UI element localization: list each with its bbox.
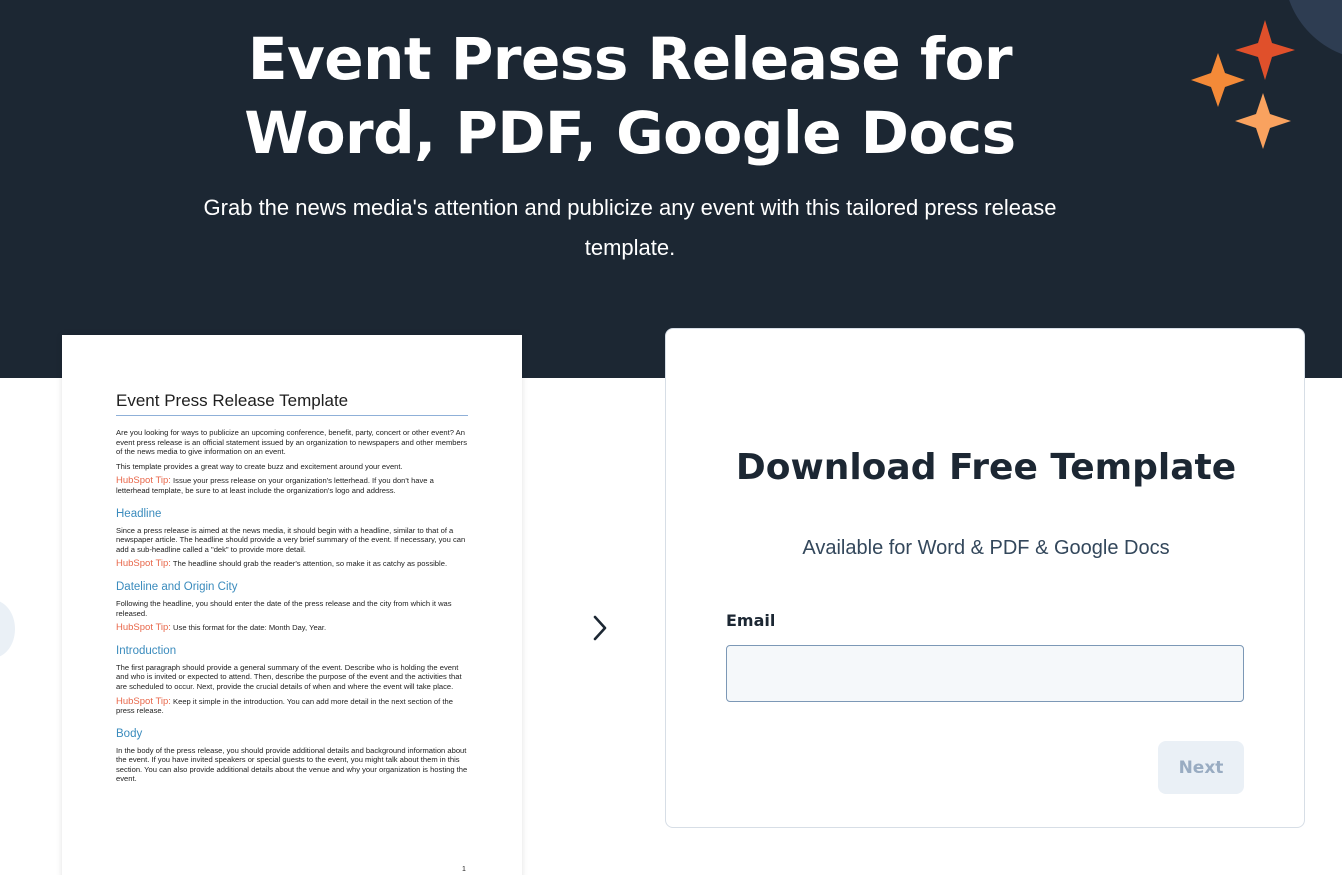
- page-subtitle: Grab the news media's attention and publ…: [203, 195, 1057, 260]
- preview-title: Event Press Release Template: [116, 391, 468, 416]
- preview-heading: Dateline and Origin City: [116, 580, 238, 593]
- hero-banner: Event Press Release for Word, PDF, Googl…: [0, 0, 1342, 378]
- tip-text: The headline should grab the reader's at…: [172, 559, 448, 569]
- preview-paragraph: In the body of the press release, you sh…: [116, 745, 468, 784]
- tip-label: HubSpot Tip:: [116, 475, 171, 487]
- tip-text: Use this format for the date: Month Day,…: [173, 623, 327, 633]
- preview-tip: HubSpot Tip: Issue your press release on…: [116, 476, 468, 495]
- tip-label: HubSpot Tip:: [116, 558, 171, 570]
- sparkles-icon: [1191, 20, 1295, 149]
- download-form-card: Download Free Template Available for Wor…: [665, 328, 1305, 828]
- preview-tip: HubSpot Tip: Keep it simple in the intro…: [116, 695, 468, 716]
- page-number: 1: [462, 866, 466, 873]
- next-button[interactable]: Next: [1158, 741, 1244, 794]
- preview-heading: Introduction: [116, 644, 177, 657]
- preview-paragraph: Following the headline, you should enter…: [116, 598, 452, 618]
- preview-heading: Body: [116, 727, 143, 740]
- chevron-right-icon[interactable]: [588, 612, 612, 644]
- template-preview: Event Press Release Template Are you loo…: [62, 335, 522, 875]
- preview-paragraph: Are you looking for ways to publicize an…: [116, 428, 468, 457]
- email-label: Email: [726, 611, 776, 630]
- preview-tip: HubSpot Tip: The headline should grab th…: [116, 559, 468, 569]
- form-subtitle: Available for Word & PDF & Google Docs: [802, 537, 1170, 559]
- page-title: Event Press Release for Word, PDF, Googl…: [244, 25, 1016, 167]
- form-title: Download Free Template: [735, 447, 1237, 488]
- preview-paragraph: This template provides a great way to cr…: [116, 461, 403, 471]
- preview-paragraph: The first paragraph should provide a gen…: [116, 662, 462, 691]
- carousel-prev-button[interactable]: [0, 600, 15, 658]
- preview-content: Event Press Release Template Are you loo…: [116, 391, 468, 789]
- preview-paragraph: Since a press release is aimed at the ne…: [116, 525, 466, 554]
- preview-heading: Headline: [116, 507, 162, 520]
- email-field[interactable]: [726, 645, 1244, 702]
- tip-label: HubSpot Tip:: [116, 695, 171, 707]
- preview-tip: HubSpot Tip: Use this format for the dat…: [116, 623, 468, 633]
- tip-label: HubSpot Tip:: [116, 622, 171, 634]
